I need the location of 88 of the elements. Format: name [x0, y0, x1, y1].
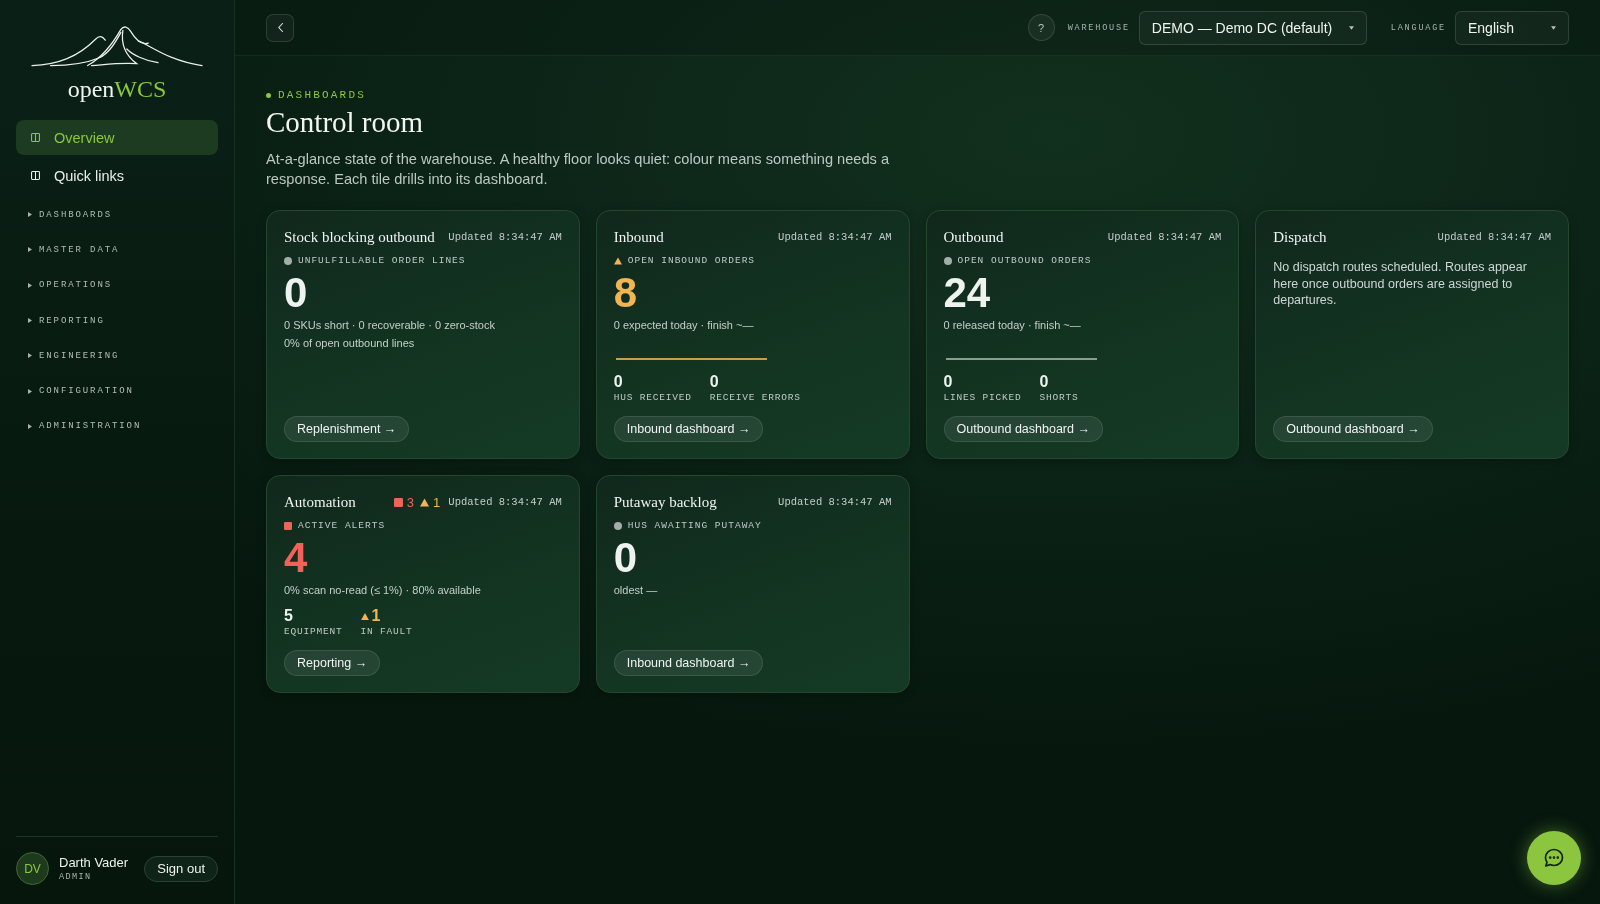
dashboard-link-button[interactable]: Inbound dashboard → [613, 416, 764, 442]
nav-section[interactable]: MASTER DATA [16, 232, 218, 268]
status-dot-icon [266, 92, 271, 98]
updated-time: Updated 8:34:47 AM [778, 496, 892, 508]
stat-value: 0 [943, 373, 953, 391]
metric-label: UNFULFILLABLE ORDER LINES [298, 254, 466, 268]
brand-name: openWCS [67, 75, 167, 103]
metric-detail: 0% of open outbound lines [284, 336, 415, 351]
nav-section[interactable]: CONFIGURATION [16, 373, 218, 409]
mountain-logo-icon [31, 25, 203, 69]
metric-value: 0 [613, 535, 638, 581]
nav-item[interactable]: Quick links [16, 158, 218, 193]
status-dot-icon [613, 522, 622, 530]
chevron-left-icon [277, 23, 283, 32]
dashboard-link-button[interactable]: Reporting → [284, 650, 381, 676]
warehouse-label: WAREHOUSE [1067, 22, 1130, 33]
page-description: At-a-glance state of the warehouse. A healthy floor looks quiet: colour means something needs a response. Each tile drills into its dashboard. [266, 150, 891, 189]
section-eyebrow: DASHBOARDS [278, 88, 366, 102]
sign-out-button[interactable]: Sign out [144, 855, 218, 882]
metric-value: 4 [284, 535, 308, 581]
alert-square-icon [393, 497, 403, 507]
stat-value: 0 [1039, 373, 1049, 391]
page-title: Control room [266, 105, 424, 139]
stat-label: LINES PICKED [943, 391, 1022, 405]
warehouse-select[interactable]: DEMO — Demo DC (default) [1138, 10, 1367, 45]
dashboard-link-button[interactable]: Replenishment → [284, 416, 410, 442]
stat-label: RECEIVE ERRORS [709, 391, 801, 405]
dashboard-link-button[interactable]: Outbound dashboard → [943, 416, 1103, 442]
warning-triangle-icon [613, 257, 622, 265]
tile-title: Putaway backlog [613, 493, 717, 511]
chat-button[interactable] [1527, 831, 1581, 885]
dashboard-link-button[interactable]: Outbound dashboard → [1273, 416, 1433, 442]
stat-value: 0 [709, 373, 719, 391]
tile-message: No dispatch routes scheduled. Routes appear here once outbound orders are assigned to departures. [1273, 259, 1528, 309]
metric-value: 24 [943, 270, 991, 316]
warning-triangle-icon [420, 497, 430, 507]
tile-title: Outbound [943, 228, 1004, 246]
stat-label: IN FAULT [360, 625, 413, 639]
help-button[interactable]: ? [1027, 14, 1055, 41]
stat-value: 1 [371, 607, 381, 625]
metric-label: HUS AWAITING PUTAWAY [627, 519, 762, 533]
stat-label: EQUIPMENT [284, 625, 343, 639]
alert-count: 1 [433, 494, 441, 510]
updated-time: Updated 8:34:47 AM [1107, 231, 1222, 243]
panel-icon [31, 171, 40, 180]
metric-label: OPEN OUTBOUND ORDERS [957, 254, 1092, 268]
tile-title: Stock blocking outbound [284, 228, 435, 246]
nav-section[interactable]: OPERATIONS [16, 267, 218, 303]
tile-title: Dispatch [1273, 228, 1327, 246]
panel-icon [31, 133, 40, 142]
dashboard-link-button[interactable]: Inbound dashboard → [613, 650, 764, 676]
caret-down-icon [1551, 25, 1556, 30]
metric-detail: 0 released today · finish ~— [943, 318, 1081, 333]
updated-time: Updated 8:34:47 AM [1437, 231, 1551, 243]
updated-time: Updated 8:34:47 AM [448, 231, 562, 243]
user-role: ADMIN [59, 871, 93, 883]
metric-label: ACTIVE ALERTS [298, 519, 386, 533]
metric-value: 0 [284, 270, 308, 316]
status-dot-icon [943, 257, 952, 265]
warning-triangle-icon [360, 612, 369, 620]
tile-title: Inbound [613, 228, 664, 246]
user-name: Darth Vader [59, 854, 129, 871]
updated-time: Updated 8:34:47 AM [778, 231, 892, 243]
updated-time: Updated 8:34:47 AM [448, 496, 562, 508]
stat-label: HUS RECEIVED [613, 391, 692, 405]
user-avatar: DV [16, 852, 49, 885]
stat-value: 0 [613, 373, 623, 391]
nav-item[interactable]: Overview [16, 120, 218, 155]
metric-value: 8 [613, 270, 638, 316]
alert-count: 3 [406, 494, 415, 510]
nav-section[interactable]: REPORTING [16, 302, 218, 339]
stat-label: SHORTS [1039, 391, 1079, 405]
tile-title: Automation [284, 493, 356, 511]
alert-square-icon [284, 522, 292, 530]
language-label: LANGUAGE [1390, 22, 1446, 33]
metric-label: OPEN INBOUND ORDERS [627, 254, 756, 268]
nav-section[interactable]: DASHBOARDS [16, 197, 218, 233]
chat-bubble-icon [1544, 848, 1564, 868]
nav-section[interactable]: ENGINEERING [16, 338, 218, 374]
caret-down-icon [1348, 25, 1354, 30]
stat-value: 5 [284, 607, 293, 625]
status-dot-icon [284, 257, 292, 265]
nav-section[interactable]: ADMINISTRATION [16, 408, 218, 445]
language-select[interactable]: English [1455, 10, 1569, 45]
metric-detail: 0 expected today · finish ~— [613, 318, 754, 333]
metric-detail: 0% scan no-read (≤ 1%) · 80% available [284, 583, 481, 598]
metric-detail: 0 SKUs short · 0 recoverable · 0 zero-stock [284, 318, 495, 333]
metric-detail: oldest — [613, 583, 658, 598]
